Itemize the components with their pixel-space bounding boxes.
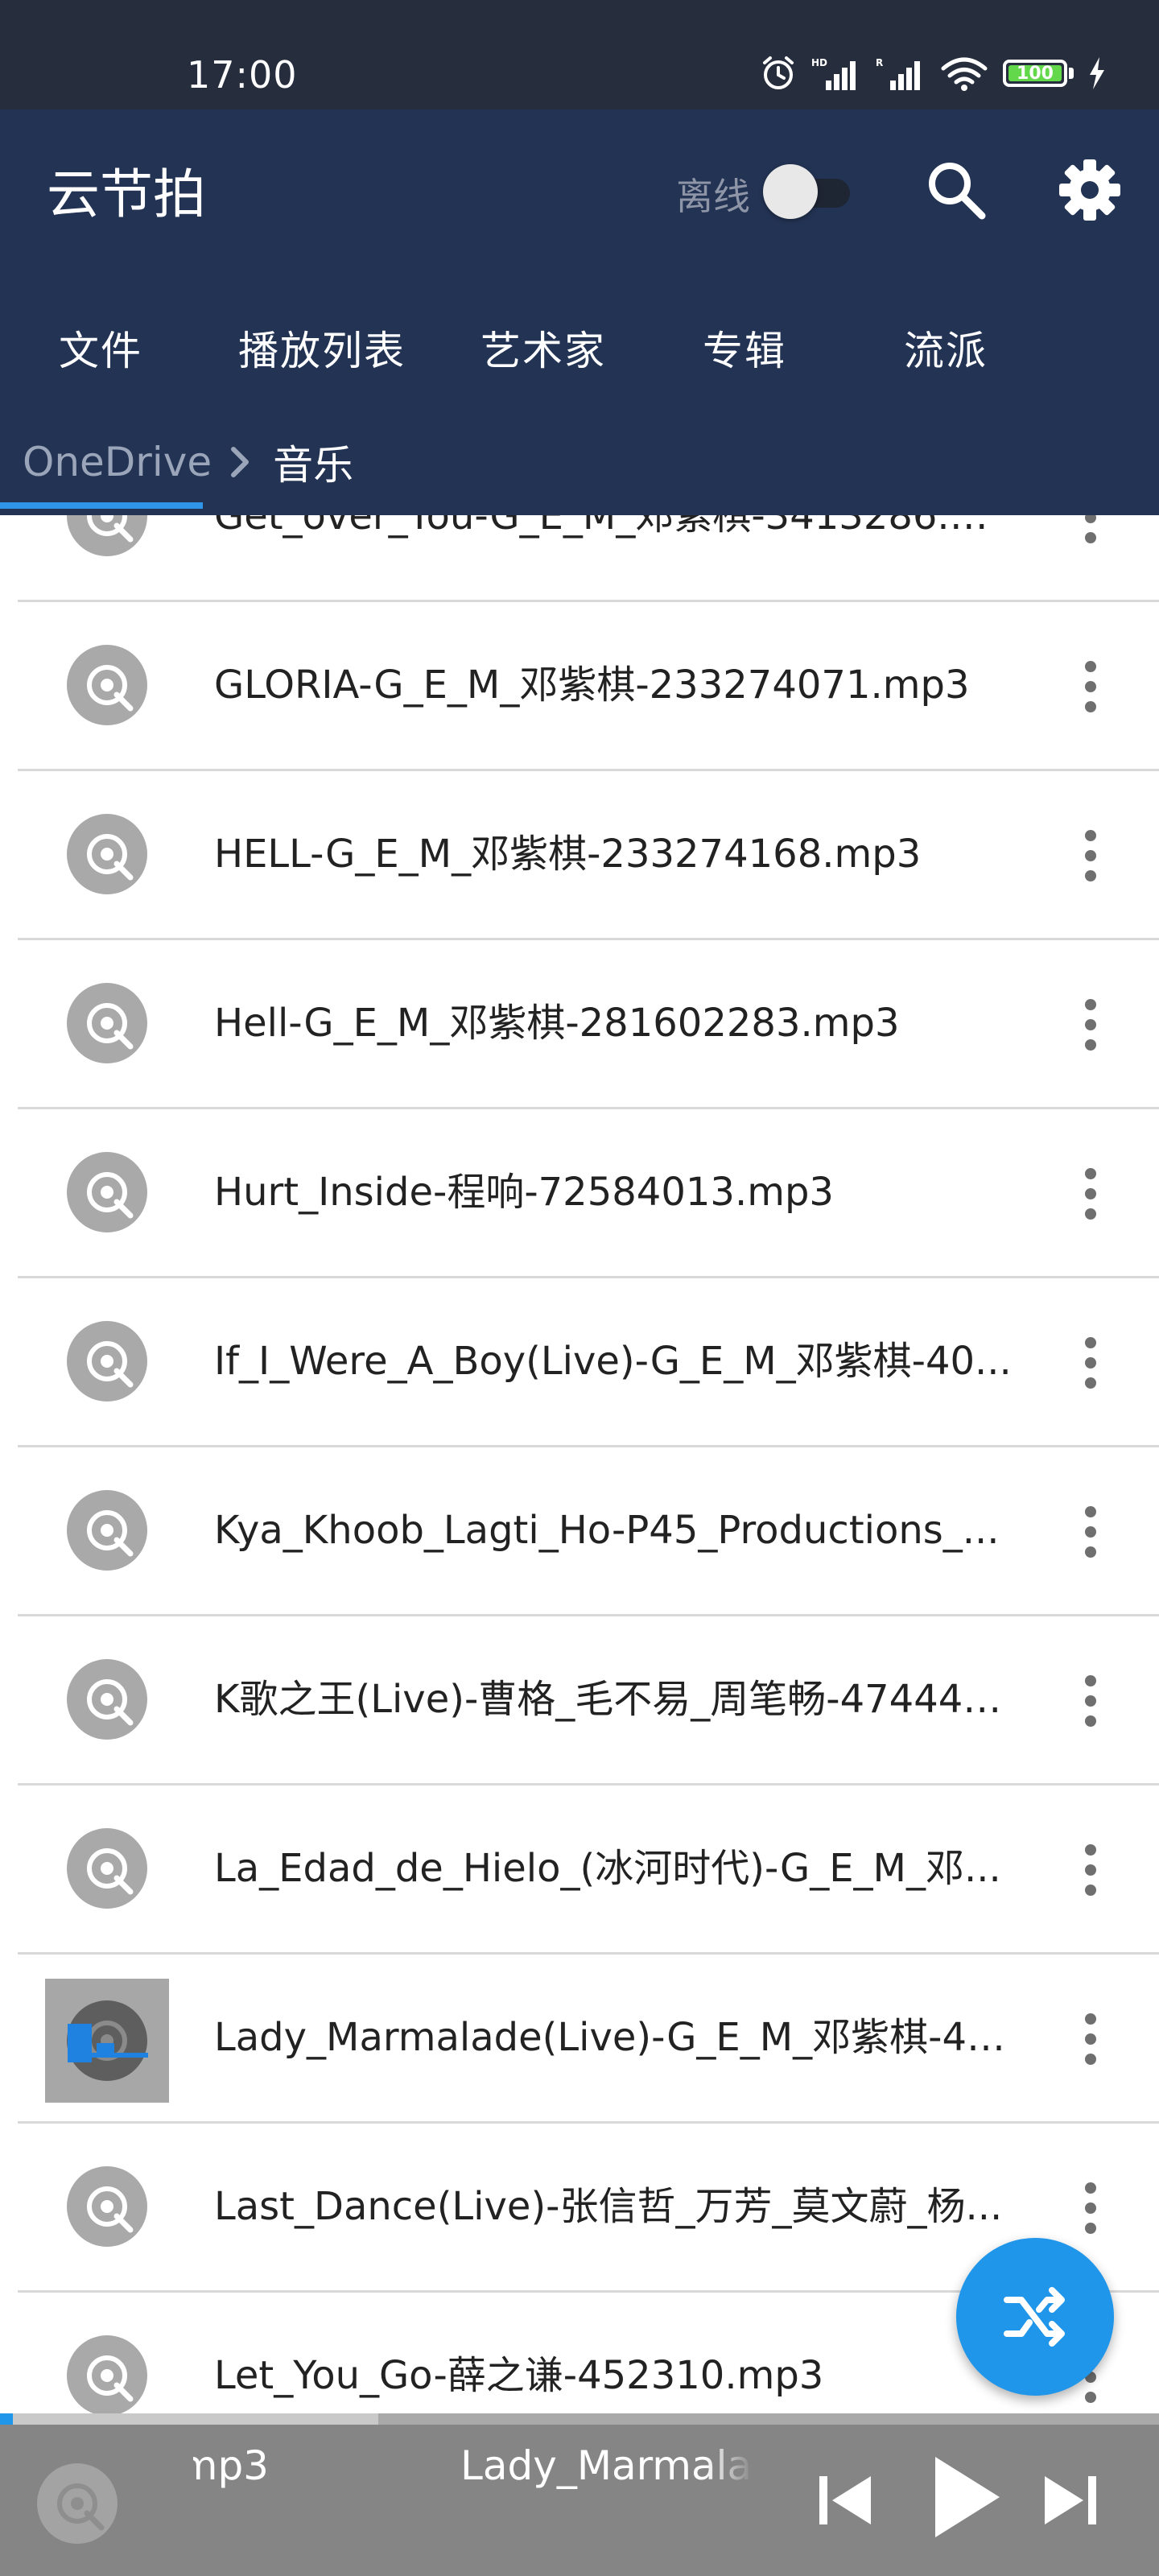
- tab-bar: 文件 播放列表 艺术家 专辑 流派: [0, 291, 1159, 404]
- disc-icon: [66, 2334, 148, 2413]
- charging-icon: [1090, 57, 1104, 89]
- player-album-art: [35, 2462, 119, 2545]
- more-vert-icon[interactable]: [1064, 1842, 1117, 1898]
- file-row[interactable]: HELL-G_E_M_邓紫棋-233274168.mp3: [0, 771, 1159, 940]
- app-bar: 云节拍 离线 文件 播放列表 艺术家 专辑 流派 OneDrive 音乐: [0, 109, 1159, 515]
- svg-text:R: R: [876, 57, 883, 68]
- previous-button[interactable]: [811, 2467, 879, 2534]
- tab-albums[interactable]: 专辑: [644, 291, 845, 404]
- disc-icon: [66, 1658, 148, 1740]
- search-button[interactable]: [922, 156, 990, 224]
- more-vert-icon[interactable]: [1064, 2011, 1117, 2067]
- file-list[interactable]: Get_over_You-G_E_M_邓紫棋-3413286.mp3 GLORIA…: [0, 515, 1159, 2413]
- file-row[interactable]: La_Edad_de_Hielo_(冰河时代)-G_E_M_邓...: [0, 1785, 1159, 1955]
- toggle-thumb: [763, 164, 818, 219]
- file-name: Get_over_You-G_E_M_邓紫棋-3413286.mp3: [214, 515, 1019, 539]
- more-vert-icon[interactable]: [1064, 515, 1117, 546]
- disc-icon: [66, 515, 148, 557]
- active-tab-indicator: [0, 502, 203, 509]
- progress-buffered: [13, 2413, 378, 2425]
- alarm-icon: [763, 56, 794, 89]
- status-time: 17:00: [187, 53, 298, 97]
- file-name: K歌之王(Live)-曹格_毛不易_周笔畅-474447...: [214, 1677, 1019, 1722]
- disc-icon: [66, 2165, 148, 2248]
- settings-button[interactable]: [1054, 155, 1125, 225]
- skip-previous-icon: [819, 2476, 871, 2524]
- breadcrumb-current: 音乐: [273, 442, 354, 489]
- disc-icon: [66, 1489, 148, 1571]
- album-artwork: [45, 1979, 169, 2103]
- disc-icon: [66, 1827, 148, 1909]
- chevron-right-icon: [212, 438, 268, 486]
- tab-genres[interactable]: 流派: [845, 291, 1046, 404]
- more-vert-icon[interactable]: [1064, 828, 1117, 884]
- skip-next-icon: [1045, 2476, 1096, 2524]
- breadcrumb: OneDrive 音乐: [23, 430, 353, 494]
- file-name: La_Edad_de_Hielo_(冰河时代)-G_E_M_邓...: [214, 1846, 1001, 1891]
- play-button[interactable]: [916, 2449, 1013, 2545]
- shuffle-icon: [1004, 2287, 1065, 2347]
- more-vert-icon[interactable]: [1064, 2180, 1117, 2236]
- tab-playlists[interactable]: 播放列表: [201, 291, 443, 404]
- file-row[interactable]: Get_over_You-G_E_M_邓紫棋-3413286.mp3: [0, 515, 1159, 602]
- next-button[interactable]: [1037, 2467, 1104, 2534]
- disc-icon: [66, 644, 148, 726]
- file-row[interactable]: Hell-G_E_M_邓紫棋-281602283.mp3: [0, 940, 1159, 1109]
- player-track-title: mp3: [193, 2442, 269, 2489]
- marquee-fade: [705, 2438, 753, 2494]
- more-vert-icon[interactable]: [1064, 997, 1117, 1053]
- wifi-icon: [941, 57, 988, 91]
- file-name: If_I_Were_A_Boy(Live)-G_E_M_邓紫棋-40...: [214, 1339, 1012, 1384]
- playback-progress[interactable]: [0, 2413, 1159, 2425]
- play-icon: [935, 2457, 1000, 2537]
- offline-label: 离线: [676, 175, 750, 218]
- more-vert-icon[interactable]: [1064, 1673, 1117, 1729]
- file-name: Hell-G_E_M_邓紫棋-281602283.mp3: [214, 1001, 900, 1046]
- file-row[interactable]: GLORIA-G_E_M_邓紫棋-233274071.mp3: [0, 602, 1159, 771]
- file-name: HELL-G_E_M_邓紫棋-233274168.mp3: [214, 832, 922, 877]
- disc-icon: [66, 1151, 148, 1233]
- progress-played: [0, 2413, 13, 2425]
- disc-icon: [37, 2463, 118, 2544]
- file-row[interactable]: Lady_Marmalade(Live)-G_E_M_邓紫棋-41...: [0, 1955, 1159, 2124]
- file-name: Hurt_Inside-程响-72584013.mp3: [214, 1170, 834, 1215]
- battery-level: 100: [1017, 63, 1054, 84]
- file-row[interactable]: K歌之王(Live)-曹格_毛不易_周笔畅-474447...: [0, 1616, 1159, 1785]
- hd-signal-icon: HD: [811, 57, 856, 90]
- disc-icon: [66, 1320, 148, 1402]
- offline-toggle[interactable]: [763, 164, 853, 219]
- more-vert-icon[interactable]: [1064, 658, 1117, 715]
- file-name: Let_You_Go-薛之谦-452310.mp3: [214, 2353, 824, 2398]
- more-vert-icon[interactable]: [1064, 1166, 1117, 1222]
- breadcrumb-root[interactable]: OneDrive: [23, 439, 212, 485]
- status-icons: HD R 100: [760, 55, 1106, 92]
- file-name: Kya_Khoob_Lagti_Ho-P45_Productions_...: [214, 1508, 1000, 1553]
- more-vert-icon[interactable]: [1064, 1335, 1117, 1391]
- shuffle-button[interactable]: [956, 2238, 1114, 2396]
- file-name: Last_Dance(Live)-张信哲_万芳_莫文蔚_杨...: [214, 2184, 1003, 2229]
- svg-text:HD: HD: [811, 57, 827, 68]
- battery-icon: 100: [1003, 60, 1067, 87]
- tab-artists[interactable]: 艺术家: [443, 291, 644, 404]
- gear-icon: [1059, 159, 1120, 221]
- file-row[interactable]: Kya_Khoob_Lagti_Ho-P45_Productions_...: [0, 1447, 1159, 1616]
- disc-icon: [66, 813, 148, 895]
- file-row[interactable]: Hurt_Inside-程响-72584013.mp3: [0, 1109, 1159, 1278]
- file-name: GLORIA-G_E_M_邓紫棋-233274071.mp3: [214, 663, 970, 708]
- file-list-content: Get_over_You-G_E_M_邓紫棋-3413286.mp3 GLORIA…: [0, 515, 1159, 2413]
- app-title: 云节拍: [47, 163, 206, 225]
- mini-player[interactable]: mp3 Lady_Marmalade: [0, 2413, 1159, 2576]
- tab-files[interactable]: 文件: [0, 291, 201, 404]
- file-row[interactable]: If_I_Were_A_Boy(Live)-G_E_M_邓紫棋-40...: [0, 1278, 1159, 1447]
- disc-icon: [66, 982, 148, 1064]
- roaming-signal-icon: R: [876, 57, 920, 90]
- more-vert-icon[interactable]: [1064, 1504, 1117, 1560]
- file-name: Lady_Marmalade(Live)-G_E_M_邓紫棋-41...: [214, 2015, 1019, 2060]
- search-icon: [929, 163, 986, 220]
- status-bar: 17:00 HD R 100: [0, 0, 1159, 109]
